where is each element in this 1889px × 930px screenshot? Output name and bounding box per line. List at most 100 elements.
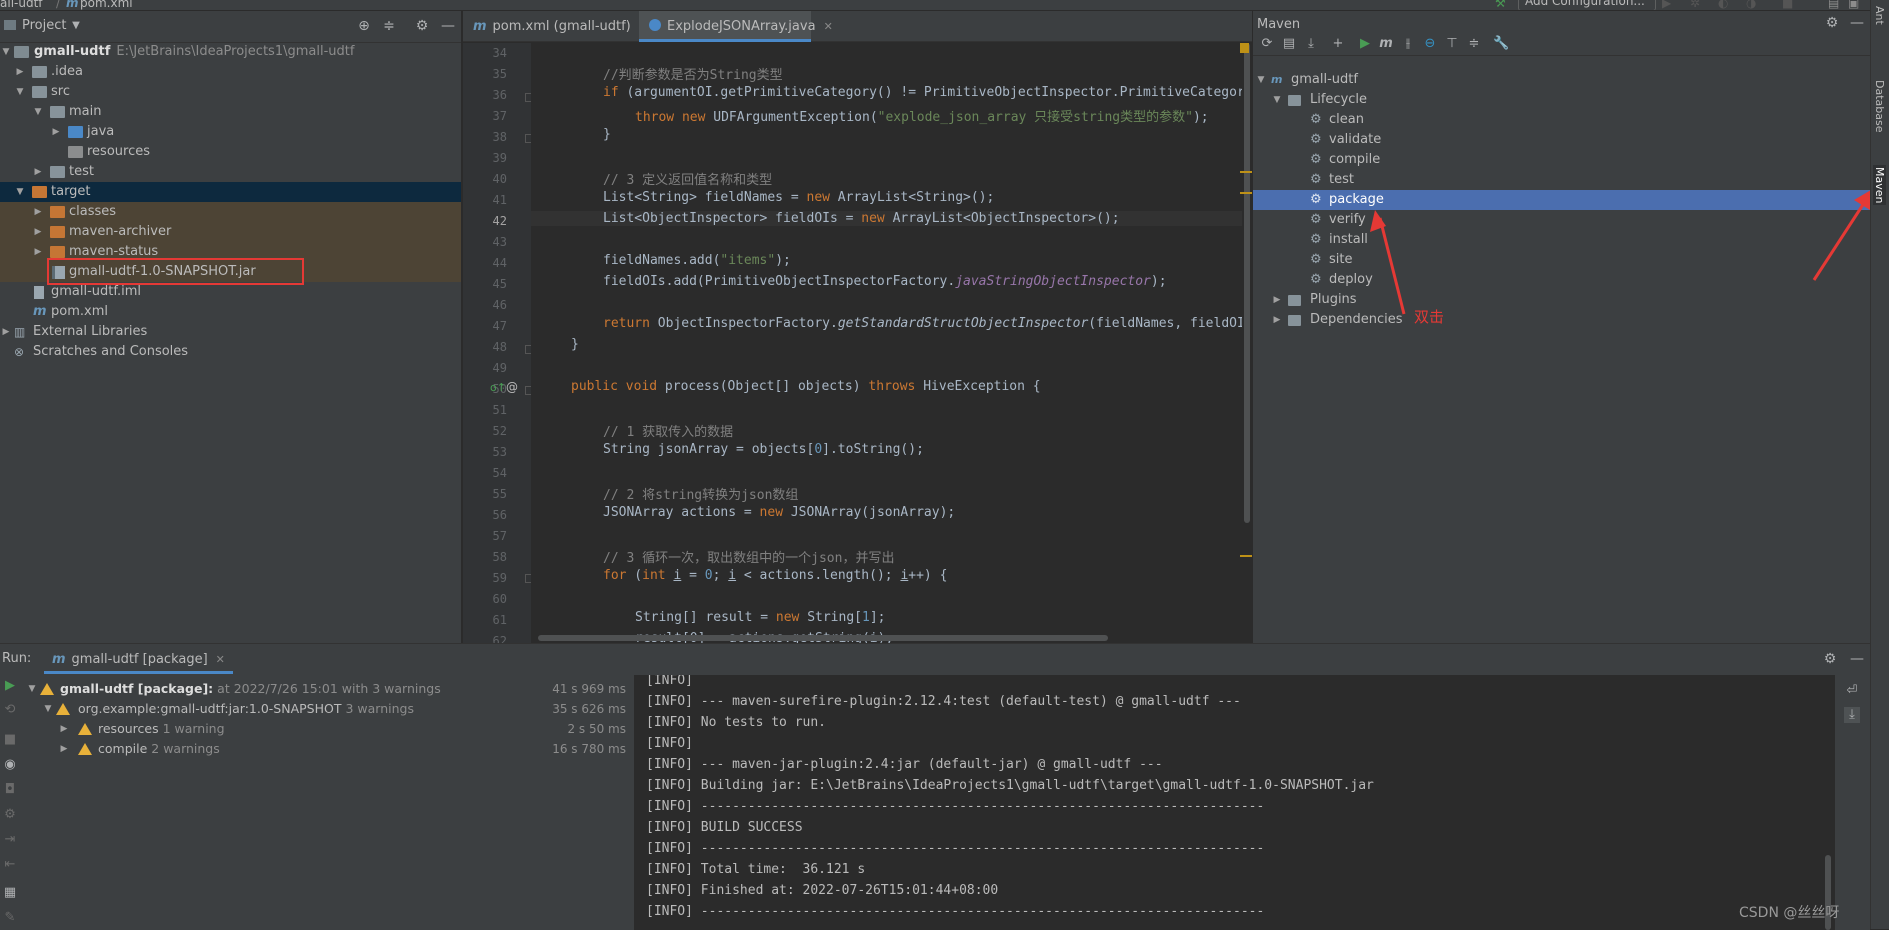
tree-item-test[interactable]: ▶ test: [0, 162, 461, 182]
tree-item-src[interactable]: ▼ src: [0, 82, 461, 102]
close-icon[interactable]: ✕: [216, 653, 225, 666]
line-number: 43: [492, 235, 507, 249]
run-configuration-select[interactable]: Add Configuration...: [1518, 0, 1656, 10]
reload-icon[interactable]: ⟳: [1259, 36, 1275, 52]
excluded-folder-icon: [50, 206, 65, 218]
tree-item-label: test: [69, 164, 94, 179]
maven-phase-validate[interactable]: ⚙ validate: [1253, 130, 1870, 150]
layout-icon[interactable]: ▦: [2, 885, 18, 901]
run-side-toolbar: ▶ ⟲ ■ ◉ ◘ ⚙ ⇥ ⇤ ▦ ✎: [0, 675, 23, 930]
run-icon[interactable]: ▶: [1662, 0, 1671, 10]
scroll-to-end-icon[interactable]: ⤓: [1844, 707, 1860, 723]
minimize-icon[interactable]: —: [440, 18, 456, 34]
tree-item-iml[interactable]: gmall-udtf.iml: [0, 282, 461, 302]
error-stripe-mark[interactable]: [1240, 192, 1252, 194]
tab-pom-xml[interactable]: mpom.xml (gmall-udtf)✕: [463, 11, 649, 42]
pin-icon[interactable]: ✎: [2, 910, 18, 926]
line-number: 51: [492, 403, 507, 417]
maven-tree-root[interactable]: ▼ m gmall-udtf: [1253, 70, 1870, 90]
project-panel-title[interactable]: Project: [22, 18, 66, 33]
collapse-all-icon[interactable]: ≑: [1466, 36, 1482, 52]
rerun-failed-icon[interactable]: ⟲: [2, 702, 18, 718]
add-icon[interactable]: +: [1330, 36, 1346, 52]
tree-item-target[interactable]: ▼ target: [0, 182, 461, 202]
error-stripe-mark[interactable]: [1240, 171, 1252, 173]
build-tree-row[interactable]: ▼ org.example:gmall-udtf:jar:1.0-SNAPSHO…: [22, 699, 634, 719]
chevron-down-icon[interactable]: ▼: [68, 18, 84, 34]
generate-sources-icon[interactable]: ▤: [1281, 36, 1297, 52]
run-icon[interactable]: ▶: [1357, 36, 1373, 52]
tab-explode-json-array[interactable]: ExplodeJSONArray.java ✕: [639, 11, 833, 42]
toggle-offline-icon[interactable]: ⫲: [1400, 36, 1416, 52]
wrench-icon[interactable]: 🔧: [1493, 36, 1509, 52]
tree-item-label: maven-archiver: [69, 224, 172, 239]
exit-icon[interactable]: ⇤: [2, 857, 18, 873]
restore-layout-icon[interactable]: ⇥: [2, 832, 18, 848]
run-console-output[interactable]: [INFO] [INFO] --- maven-surefire-plugin:…: [635, 675, 1835, 930]
tree-item-maven-archiver[interactable]: ▶ maven-archiver: [0, 222, 461, 242]
maven-phase-compile[interactable]: ⚙ compile: [1253, 150, 1870, 170]
editor-vertical-scrollbar[interactable]: [1242, 43, 1252, 643]
maven-phase-clean[interactable]: ⚙ clean: [1253, 110, 1870, 130]
annotation-at-icon: @: [506, 380, 518, 394]
show-dependencies-icon[interactable]: ⊤: [1444, 36, 1460, 52]
tree-item-gmall-udtf[interactable]: ▼ gmall-udtf E:\JetBrains\IdeaProjects1\g…: [0, 42, 461, 62]
error-stripe-mark[interactable]: [1240, 555, 1252, 557]
tree-item-external-libraries[interactable]: ▶ ▥ External Libraries: [0, 322, 461, 342]
warning-stripe-icon[interactable]: [1240, 43, 1249, 53]
soft-wrap-icon[interactable]: ⏎: [1844, 683, 1860, 699]
download-icon[interactable]: ⤓: [1303, 36, 1319, 52]
eye-icon[interactable]: ◉: [2, 757, 18, 773]
tree-item-main[interactable]: ▼ main: [0, 102, 461, 122]
tree-item-idea[interactable]: ▶ .idea: [0, 62, 461, 82]
tree-item-pom[interactable]: m pom.xml: [0, 302, 461, 322]
horizontal-scrollbar[interactable]: [538, 635, 1108, 641]
build-tree-row[interactable]: ▼ gmall-udtf [package]: at 2022/7/26 15:…: [22, 679, 634, 699]
minimize-icon[interactable]: —: [1849, 651, 1865, 667]
skip-tests-icon[interactable]: ⊖: [1422, 36, 1438, 52]
minimize-icon[interactable]: —: [1849, 15, 1865, 31]
vcs-icon[interactable]: ▤: [1828, 0, 1839, 10]
code-editor[interactable]: //判断参数是否为String类型 if (argumentOI.getPrim…: [531, 43, 1242, 643]
tree-item-label: src: [51, 84, 70, 99]
hammer-icon[interactable]: ⚒: [1495, 0, 1506, 10]
sidebar-item-database[interactable]: Database: [1873, 80, 1886, 133]
settings-icon[interactable]: ⚙: [2, 807, 18, 823]
build-tree-row[interactable]: ▶ resources 1 warning 2 s 50 ms: [22, 719, 634, 739]
build-item-name: org.example:gmall-udtf:jar:1.0-SNAPSHOT: [78, 701, 342, 716]
coverage-icon[interactable]: ◐: [1718, 0, 1728, 10]
collapsed-arrow-icon: ▶: [60, 724, 68, 734]
tree-item-scratches[interactable]: ⊗ Scratches and Consoles: [0, 342, 461, 362]
settings-icon[interactable]: ⚙: [414, 18, 430, 34]
build-item-name: compile: [98, 741, 148, 756]
collapse-all-icon[interactable]: ≑: [381, 18, 397, 34]
close-icon[interactable]: ✕: [824, 20, 833, 33]
maven-tree-lifecycle[interactable]: ▼ Lifecycle: [1253, 90, 1870, 110]
tree-item-resources[interactable]: resources: [0, 142, 461, 162]
breadcrumb-project[interactable]: all-udtf: [0, 0, 43, 10]
sidebar-item-maven[interactable]: Maven: [1873, 165, 1886, 206]
stop-icon[interactable]: ■: [2, 732, 18, 748]
tree-item-classes[interactable]: ▶ classes: [0, 202, 461, 222]
tree-item-java[interactable]: ▶ java: [0, 122, 461, 142]
scrollbar-thumb[interactable]: [1244, 43, 1250, 523]
build-item-detail: 3 warnings: [345, 701, 414, 716]
stop-icon[interactable]: ■: [1782, 0, 1793, 10]
breadcrumb-file[interactable]: pom.xml: [80, 0, 133, 10]
settings-icon[interactable]: ⚙: [1822, 651, 1838, 667]
sidebar-item-ant[interactable]: Ant: [1873, 6, 1886, 25]
build-tree-row[interactable]: ▶ compile 2 warnings 16 s 780 ms: [22, 739, 634, 759]
code-line-56: JSONArray actions = new JSONArray(jsonAr…: [603, 505, 956, 520]
profile-icon[interactable]: ◑: [1746, 0, 1756, 10]
project-structure-icon[interactable]: ▣: [1848, 0, 1859, 10]
settings-icon[interactable]: ⚙: [1824, 15, 1840, 31]
maven-file-icon: m: [473, 19, 487, 34]
rerun-icon[interactable]: ▶: [2, 678, 18, 694]
locate-icon[interactable]: ⊕: [356, 18, 372, 34]
camera-icon[interactable]: ◘: [2, 782, 18, 798]
tab-run-package[interactable]: m gmall-udtf [package] ✕: [44, 648, 233, 674]
maven-goal-icon[interactable]: m: [1378, 36, 1394, 52]
override-icon[interactable]: o↑: [490, 381, 506, 394]
debug-icon[interactable]: ✲: [1690, 0, 1700, 10]
line-number: 55: [492, 487, 507, 501]
